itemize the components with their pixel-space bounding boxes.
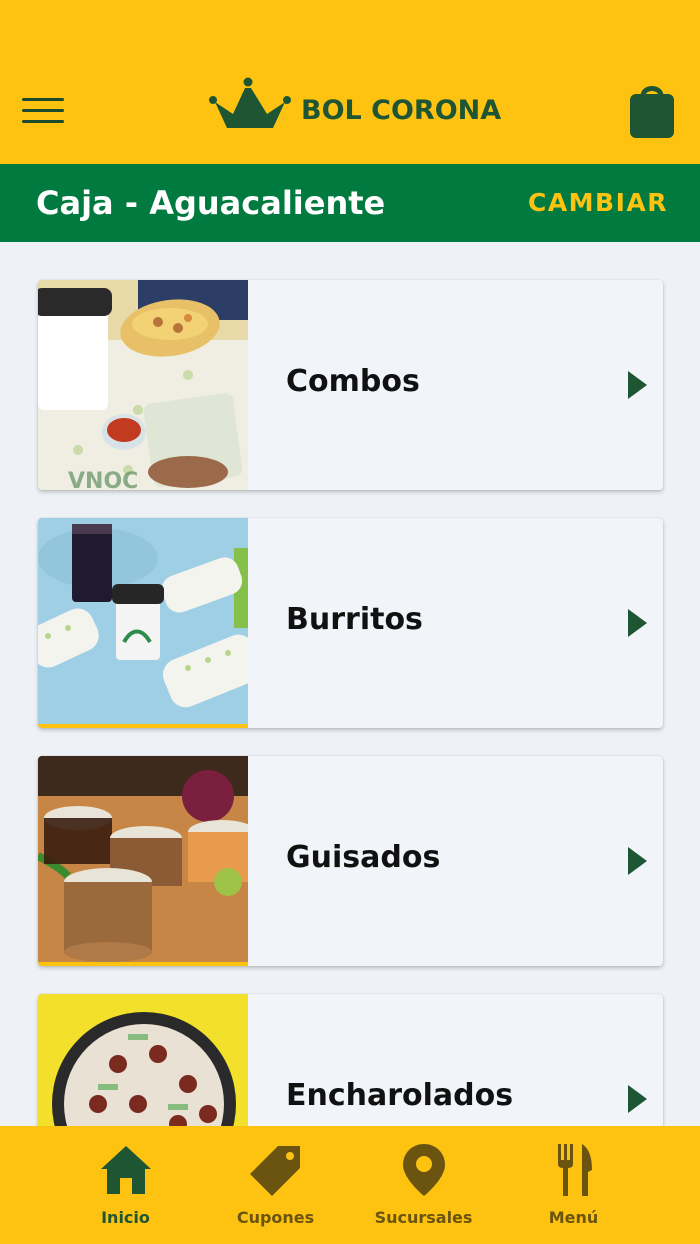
- tab-label: Sucursales: [374, 1208, 473, 1227]
- bottom-tab-bar: Inicio Cupones Sucursales Menú: [0, 1126, 700, 1244]
- tab-label: Menú: [548, 1208, 599, 1227]
- category-label: Guisados: [286, 840, 441, 875]
- tab-menu[interactable]: Menú: [486, 1126, 661, 1244]
- location-pin-icon: [402, 1144, 445, 1196]
- category-card-combos[interactable]: VNOC Combos: [38, 280, 663, 490]
- tab-label: Inicio: [101, 1208, 150, 1227]
- category-card-guisados[interactable]: Guisados: [38, 756, 663, 966]
- brand-logo: BOL CORONA: [205, 70, 505, 134]
- combos-image: VNOC: [38, 280, 248, 490]
- tag-icon: [249, 1146, 300, 1196]
- crown-logo-icon: [209, 77, 291, 128]
- branch-name: Caja - Aguacaliente: [36, 184, 386, 222]
- category-list[interactable]: VNOC Combos Burritos Guisados Encharolad…: [0, 242, 700, 1126]
- tab-inicio[interactable]: Inicio: [38, 1126, 213, 1244]
- category-card-burritos[interactable]: Burritos: [38, 518, 663, 728]
- burritos-image: [38, 518, 248, 728]
- guisados-image: [38, 756, 248, 966]
- brand-name: BOL CORONA: [301, 94, 502, 126]
- category-label: Combos: [286, 364, 420, 399]
- chevron-right-icon: [628, 371, 647, 399]
- change-branch-button[interactable]: CAMBIAR: [528, 188, 668, 217]
- category-label: Encharolados: [286, 1078, 514, 1113]
- encharolados-image: [38, 994, 248, 1126]
- chevron-right-icon: [628, 609, 647, 637]
- category-card-encharolados[interactable]: Encharolados: [38, 994, 663, 1126]
- branch-bar: Caja - Aguacaliente CAMBIAR: [0, 164, 700, 242]
- chevron-right-icon: [628, 847, 647, 875]
- tab-sucursales[interactable]: Sucursales: [336, 1126, 511, 1244]
- shopping-bag-icon[interactable]: [626, 80, 678, 142]
- chevron-right-icon: [628, 1085, 647, 1113]
- hamburger-menu-icon[interactable]: [22, 96, 66, 126]
- app-header: BOL CORONA: [0, 0, 700, 164]
- category-label: Burritos: [286, 602, 423, 637]
- home-icon: [100, 1146, 151, 1194]
- svg-text:VNOC: VNOC: [68, 469, 138, 490]
- fork-knife-icon: [557, 1144, 592, 1196]
